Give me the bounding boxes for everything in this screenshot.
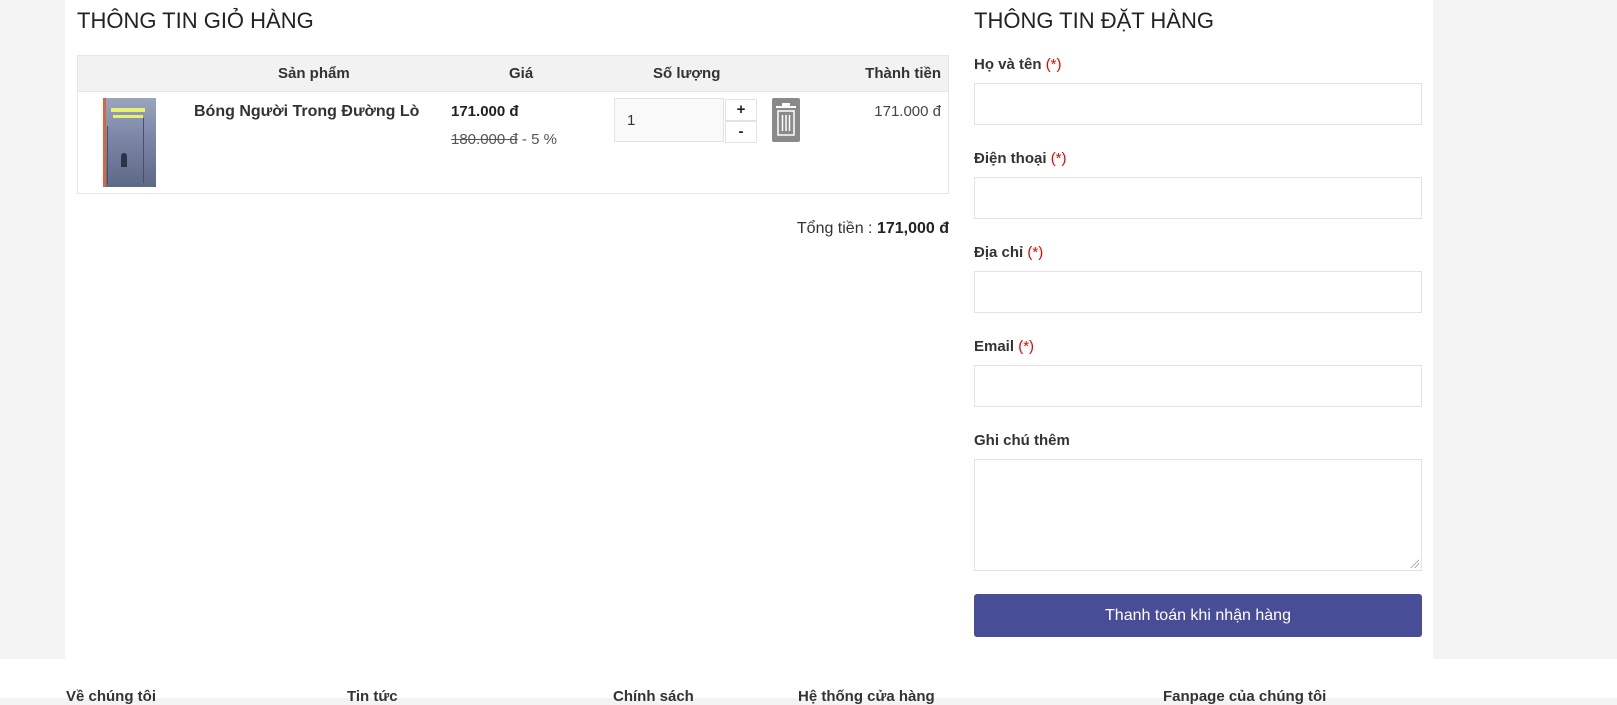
product-price: 171.000 đ <box>451 103 519 120</box>
note-textarea[interactable] <box>975 460 1421 570</box>
total-label: Tổng tiền : <box>796 220 877 237</box>
cart-table-header: Sản phẩm Giá Số lượng Thành tiền <box>78 56 948 92</box>
required-mark: (*) <box>1045 56 1062 73</box>
email-field[interactable] <box>974 365 1422 407</box>
cart-table: Sản phẩm Giá Số lượng Thành tiền Bóng Ng… <box>77 55 949 194</box>
quantity-value: 1 <box>627 112 636 129</box>
email-input[interactable] <box>975 366 1421 406</box>
trash-icon <box>776 103 796 136</box>
line-total: 171.000 đ <box>874 103 941 120</box>
footer-about[interactable]: Về chúng tôi <box>66 689 156 705</box>
name-input[interactable] <box>975 84 1421 124</box>
product-thumbnail[interactable] <box>103 98 156 187</box>
quantity-increase-button[interactable]: + <box>725 99 757 121</box>
note-field[interactable] <box>974 459 1422 571</box>
address-label: Địa chỉ (*) <box>974 244 1043 261</box>
cart-total: Tổng tiền : 171,000 đ <box>765 220 949 238</box>
name-label-text: Họ và tên <box>974 56 1042 73</box>
name-field[interactable] <box>974 83 1422 125</box>
product-name-link[interactable]: Bóng Người Trong Đường Lò <box>194 103 419 121</box>
footer: Về chúng tôi Tin tức Chính sách Hệ thống… <box>0 659 1617 705</box>
footer-policy[interactable]: Chính sách <box>613 689 694 705</box>
address-label-text: Địa chỉ <box>974 244 1024 261</box>
order-title: THÔNG TIN ĐẶT HÀNG <box>974 8 1214 33</box>
phone-input[interactable] <box>975 178 1421 218</box>
old-price-value: 180.000 đ <box>451 131 518 148</box>
name-label: Họ và tên (*) <box>974 56 1062 73</box>
required-mark: (*) <box>1050 150 1067 167</box>
address-field[interactable] <box>974 271 1422 313</box>
discount-percent: - 5 % <box>517 131 557 148</box>
footer-news[interactable]: Tin tức <box>347 689 398 705</box>
required-mark: (*) <box>1018 338 1035 355</box>
address-input[interactable] <box>975 272 1421 312</box>
quantity-input[interactable]: 1 + - <box>614 98 757 143</box>
total-value: 171,000 đ <box>876 220 949 237</box>
required-mark: (*) <box>1027 244 1044 261</box>
footer-stores[interactable]: Hệ thống cửa hàng <box>798 689 935 705</box>
remove-item-button[interactable] <box>772 98 800 142</box>
column-price: Giá <box>509 65 534 82</box>
phone-label: Điện thoại (*) <box>974 150 1067 167</box>
column-product: Sản phẩm <box>278 65 350 82</box>
email-label-text: Email <box>974 338 1015 355</box>
column-quantity: Số lượng <box>653 65 721 82</box>
cart-title: THÔNG TIN GIỎ HÀNG <box>77 8 314 33</box>
resize-grip-icon[interactable] <box>1409 558 1419 568</box>
phone-field[interactable] <box>974 177 1422 219</box>
footer-fanpage[interactable]: Fanpage của chúng tôi <box>1163 689 1326 705</box>
product-old-price: 180.000 đ - 5 % <box>451 131 557 148</box>
email-label: Email (*) <box>974 338 1034 355</box>
quantity-decrease-button[interactable]: - <box>725 121 757 143</box>
cod-checkout-button[interactable]: Thanh toán khi nhận hàng <box>974 594 1422 637</box>
phone-label-text: Điện thoại <box>974 150 1047 167</box>
note-label: Ghi chú thêm <box>974 432 1070 449</box>
column-subtotal: Thành tiền <box>865 65 941 82</box>
